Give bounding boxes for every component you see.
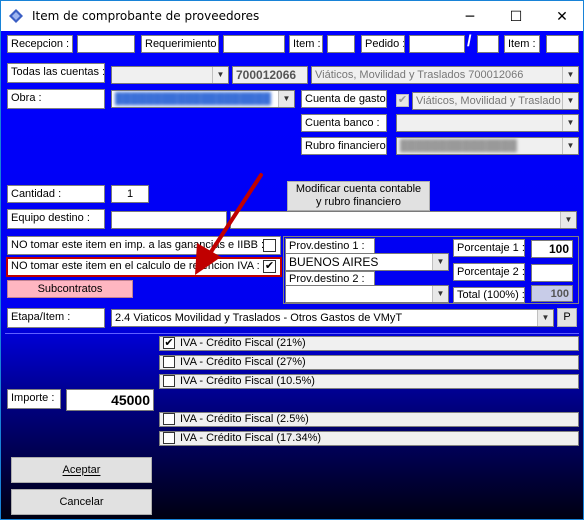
client-area: Recepcion : Requerimiento : Item : Pedid…: [0, 31, 584, 520]
obra-label: Obra :: [7, 89, 105, 109]
iva-item-checkbox[interactable]: ✔: [163, 337, 175, 349]
iva-item-label: IVA - Crédito Fiscal (17.34%): [180, 432, 322, 444]
window-title: Item de comprobante de proveedores: [32, 9, 260, 23]
modificar-cuenta-button[interactable]: Modificar cuenta contable y rubro financ…: [287, 181, 430, 211]
total-label: Total (100%) :: [453, 287, 525, 303]
equipo-select[interactable]: ▼: [230, 211, 577, 229]
chevron-down-icon: ▼: [562, 93, 578, 109]
check-icon: ✔: [164, 336, 174, 349]
cuentas-select[interactable]: ▼: [111, 66, 229, 84]
porcentaje2-input[interactable]: [531, 264, 573, 282]
chevron-down-icon: ▼: [562, 115, 578, 131]
iva-item-checkbox[interactable]: [163, 356, 175, 368]
cancelar-label: Cancelar: [59, 495, 104, 508]
cantidad-input[interactable]: 1: [111, 185, 149, 203]
porcentaje1-input[interactable]: 100: [531, 240, 573, 258]
cuenta-gasto-select[interactable]: Viáticos, Movilidad y Traslado ▼: [412, 92, 579, 110]
chevron-down-icon: ▼: [562, 67, 578, 83]
equipo-destino-label: Equipo destino :: [7, 209, 105, 229]
iva-item-checkbox[interactable]: [163, 432, 175, 444]
chevron-down-icon: ▼: [432, 254, 448, 270]
recepcion-label: Recepcion :: [7, 35, 73, 53]
chevron-down-icon: ▼: [212, 67, 228, 83]
cancelar-button[interactable]: Cancelar: [11, 489, 152, 515]
check-icon: ✔: [397, 94, 408, 106]
separator: [5, 333, 579, 334]
cuenta-banco-label: Cuenta banco :: [301, 114, 387, 132]
importe-label: Importe :: [7, 389, 61, 409]
rubro-financiero-label: Rubro financiero :: [301, 137, 387, 155]
prov-destino2-select[interactable]: ▼: [285, 285, 449, 303]
minimize-button[interactable]: ─: [447, 1, 493, 32]
close-button[interactable]: ✕: [539, 1, 584, 32]
iva-item-label: IVA - Crédito Fiscal (2.5%): [180, 413, 309, 425]
total-value: 100: [531, 285, 573, 302]
recepcion-input[interactable]: [77, 35, 135, 53]
iva-item-row: IVA - Crédito Fiscal (27%): [159, 355, 579, 370]
todas-cuentas-label: Todas las cuentas :: [7, 63, 105, 83]
minimize-icon: ─: [465, 8, 475, 25]
etapa-select[interactable]: 2.4 Viaticos Movilidad y Traslados - Otr…: [111, 309, 554, 327]
cuenta-gasto-value: Viáticos, Movilidad y Traslado: [416, 95, 561, 107]
porcentaje1-label: Porcentaje 1 :: [453, 239, 525, 257]
pedido-input-2[interactable]: [477, 35, 499, 53]
iva-item-checkbox[interactable]: [163, 375, 175, 387]
maximize-button[interactable]: ☐: [493, 1, 539, 32]
chevron-down-icon: ▼: [562, 138, 578, 154]
rubro-financiero-value: ███████████████: [400, 140, 517, 152]
iva-item-label: IVA - Crédito Fiscal (10.5%): [180, 375, 315, 387]
requerimiento-label: Requerimiento :: [141, 35, 219, 53]
cantidad-label: Cantidad :: [7, 185, 105, 203]
cuenta-gasto-checkbox[interactable]: ✔: [396, 94, 409, 107]
obra-value: ████████████████████: [115, 93, 271, 105]
item-input[interactable]: [327, 35, 355, 53]
porcentaje2-label: Porcentaje 2 :: [453, 263, 525, 281]
annotation-arrow-icon: [195, 173, 263, 275]
rubro-financiero-select[interactable]: ███████████████ ▼: [396, 137, 579, 155]
aceptar-label: Aceptar: [62, 463, 101, 476]
prov-destino1-select[interactable]: BUENOS AIRES ▼: [285, 253, 449, 271]
item-label: Item :: [289, 35, 323, 53]
requerimiento-input[interactable]: [223, 35, 285, 53]
aceptar-button[interactable]: Aceptar: [11, 457, 152, 483]
iva-item-row: IVA - Crédito Fiscal (10.5%): [159, 374, 579, 389]
cuenta-description-value: Viáticos, Movilidad y Traslados 70001206…: [315, 69, 524, 81]
chevron-down-icon: ▼: [560, 212, 576, 228]
cuenta-code[interactable]: 700012066: [232, 66, 308, 84]
cuenta-description-select[interactable]: Viáticos, Movilidad y Traslados 70001206…: [311, 66, 579, 84]
pedido-separator: /: [467, 33, 472, 50]
iva-item-checkbox[interactable]: [163, 413, 175, 425]
iva-item-label: IVA - Crédito Fiscal (27%): [180, 356, 306, 368]
app-icon: [9, 9, 23, 23]
pedido-input[interactable]: [409, 35, 465, 53]
title-bar: Item de comprobante de proveedores ─ ☐ ✕: [0, 0, 584, 31]
importe-input[interactable]: 45000: [66, 389, 154, 411]
pedido-label: Pedido :: [361, 35, 405, 53]
iva-item-row: IVA - Crédito Fiscal (2.5%): [159, 412, 579, 427]
prov-destino1-label: Prov.destino 1 :: [285, 238, 375, 254]
close-icon: ✕: [556, 8, 568, 25]
cuenta-gasto-label: Cuenta de gasto :: [301, 90, 387, 108]
etapa-label: Etapa/Item :: [7, 308, 105, 328]
obra-select[interactable]: ████████████████████ ▼: [111, 90, 295, 108]
cuenta-banco-select[interactable]: ▼: [396, 114, 579, 132]
maximize-icon: ☐: [509, 8, 523, 25]
chevron-down-icon: ▼: [537, 310, 553, 326]
iva-item-row: ✔ IVA - Crédito Fiscal (21%): [159, 336, 579, 351]
p-button[interactable]: P: [557, 308, 577, 327]
iva-item-row: IVA - Crédito Fiscal (17.34%): [159, 431, 579, 446]
item2-input[interactable]: [546, 35, 579, 53]
prov-destino1-value: BUENOS AIRES: [289, 255, 379, 269]
iva-item-label: IVA - Crédito Fiscal (21%): [180, 337, 306, 349]
subcontratos-button[interactable]: Subcontratos: [7, 280, 133, 298]
chevron-down-icon: ▼: [432, 286, 448, 302]
etapa-value: 2.4 Viaticos Movilidad y Traslados - Otr…: [115, 312, 403, 324]
item2-label: Item :: [504, 35, 540, 53]
chevron-down-icon: ▼: [278, 91, 294, 107]
